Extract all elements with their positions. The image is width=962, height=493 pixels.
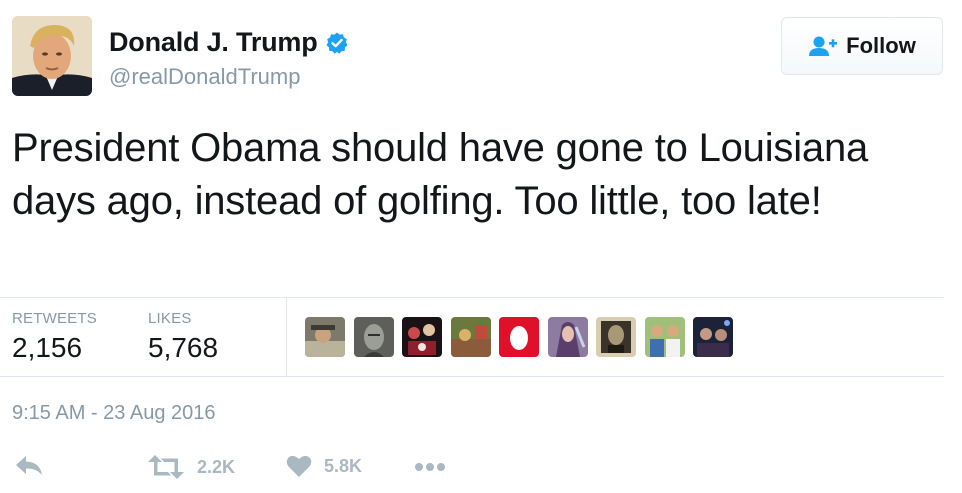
liker-avatar[interactable] [547, 317, 588, 357]
stats-separator [286, 298, 287, 376]
liker-avatar[interactable] [596, 317, 636, 357]
retweet-icon [148, 455, 184, 479]
likes-value: 5,768 [148, 332, 219, 363]
tweet-timestamp[interactable]: 9:15 AM - 23 Aug 2016 [12, 402, 216, 425]
reply-button[interactable] [14, 454, 44, 478]
retweets-value: 2,156 [12, 332, 83, 363]
likes-stat[interactable]: LIKES 5,768 [148, 310, 218, 364]
liker-avatar[interactable] [353, 317, 394, 357]
retweets-label: RETWEETS [12, 310, 97, 327]
author-name-row[interactable]: Donald J. Trump [109, 27, 349, 58]
action-bar: 2.2K 5.8K [0, 450, 944, 486]
avatar-image [12, 16, 92, 96]
like-button[interactable]: 5.8K [286, 454, 362, 478]
liker-avatar[interactable] [693, 317, 733, 357]
stats-bar: RETWEETS 2,156 LIKES 5,768 [0, 298, 944, 376]
user-handle[interactable]: @realDonaldTrump [109, 64, 300, 90]
liker-avatars [305, 317, 742, 357]
liker-avatar[interactable] [499, 317, 539, 357]
liker-avatar[interactable] [450, 317, 491, 357]
more-button[interactable] [414, 462, 446, 472]
tweet-card: Donald J. Trump @realDonaldTrump Follow … [0, 0, 962, 493]
heart-icon [286, 455, 312, 477]
verified-badge-icon [326, 32, 348, 54]
follow-button[interactable]: Follow [781, 17, 943, 75]
tweet-text: President Obama should have gone to Loui… [12, 126, 869, 223]
display-name[interactable]: Donald J. Trump [109, 27, 318, 58]
retweet-button[interactable]: 2.2K [147, 454, 235, 480]
liker-avatar[interactable] [305, 317, 345, 357]
likes-label: LIKES [148, 310, 192, 327]
like-count: 5.8K [324, 455, 363, 476]
reply-icon [16, 456, 42, 475]
liker-avatar[interactable] [644, 317, 685, 357]
stats-bottom-divider [0, 376, 944, 377]
add-user-icon [809, 36, 838, 56]
more-dots-icon [415, 463, 445, 471]
liker-avatar[interactable] [402, 317, 442, 357]
avatar[interactable] [12, 16, 92, 96]
retweets-stat[interactable]: RETWEETS 2,156 [12, 310, 97, 364]
follow-label: Follow [846, 33, 916, 58]
retweet-count: 2.2K [197, 456, 236, 477]
